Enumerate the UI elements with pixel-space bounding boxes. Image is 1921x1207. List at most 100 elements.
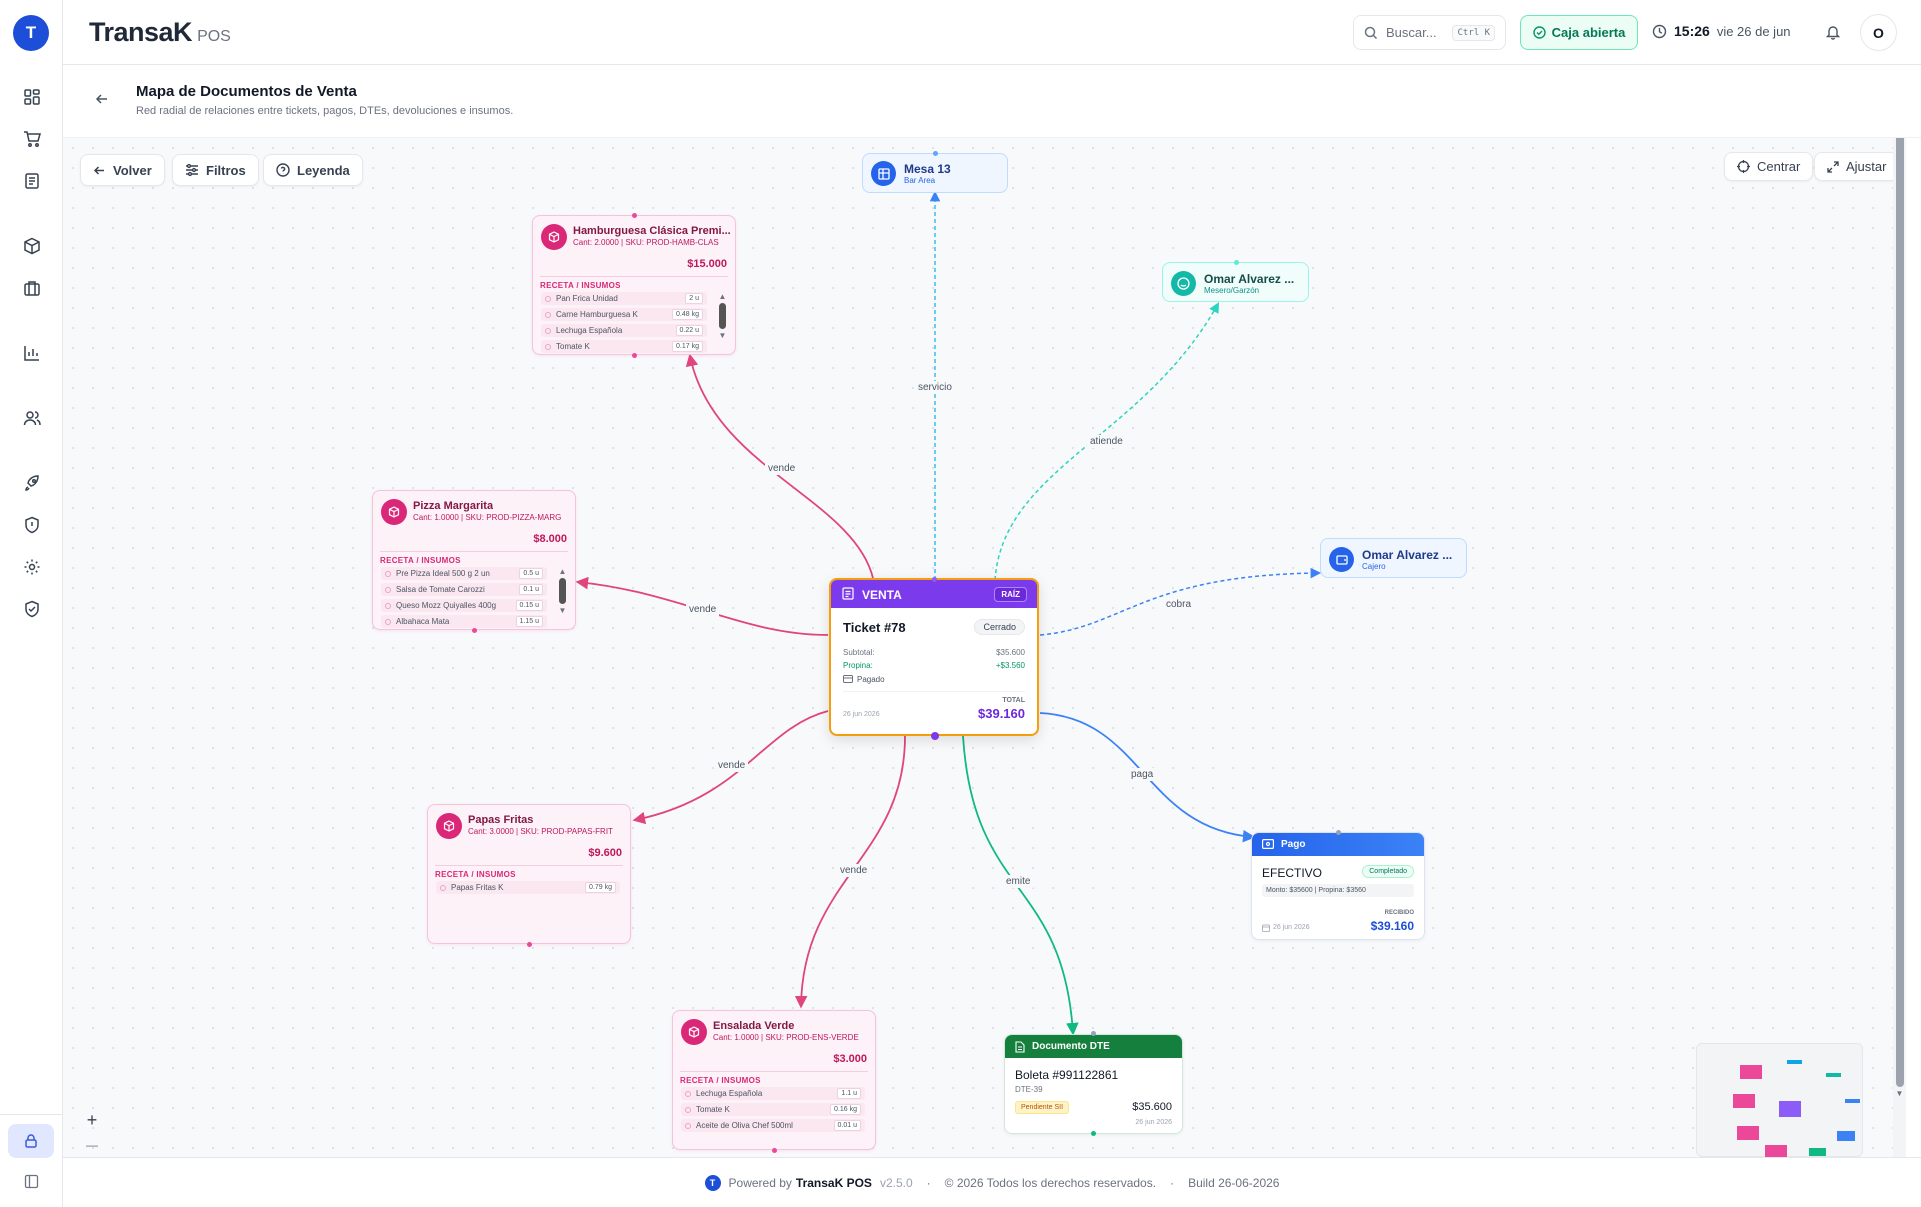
footer-powered: Powered by: [728, 1175, 792, 1190]
search-input[interactable]: Buscar...: [1386, 25, 1444, 40]
waiter-node[interactable]: Omar Alvarez ... Mesero/Garzón: [1162, 260, 1309, 302]
payment-header: [1252, 833, 1424, 856]
scroll-down-icon[interactable]: ▼: [1893, 1089, 1906, 1098]
sidebar-item-inventory[interactable]: [17, 273, 47, 303]
mesa-area: Bar Area: [904, 176, 936, 185]
canvas-scrollbar[interactable]: ▲ ▼: [1893, 138, 1906, 1157]
payment-date: 26 jun 2026: [1273, 924, 1310, 931]
cashier-node[interactable]: Omar Alvarez ... Cajero: [1320, 538, 1467, 578]
ticket-status-badge: Cerrado: [974, 619, 1025, 635]
fit-button[interactable]: Ajustar: [1814, 152, 1900, 181]
ingredient-row: Tomate K 0.17 kg: [541, 340, 707, 353]
ticket-date: 26 jun 2026: [843, 711, 880, 718]
brand[interactable]: TransaK POS: [89, 17, 231, 48]
page-title: Mapa de Documentos de Venta: [136, 83, 357, 100]
back-button[interactable]: Volver: [80, 154, 165, 186]
venta-root-node[interactable]: VENTA RAÍZ Ticket #78 Cerrado Subtotal: …: [829, 578, 1039, 736]
ingredient-name: Lechuga Española: [696, 1089, 763, 1098]
minimap[interactable]: [1696, 1043, 1863, 1157]
sidebar-item-launch[interactable]: [17, 468, 47, 498]
edge-label-vende-pizza: vende: [686, 603, 720, 616]
sidebar-item-security[interactable]: [17, 510, 47, 540]
zoom-out-button[interactable]: —: [79, 1133, 105, 1157]
notifications-button[interactable]: [1823, 22, 1843, 42]
scroll-up-icon[interactable]: ▲: [718, 292, 727, 301]
footer-separator: ·: [1170, 1175, 1175, 1190]
ingredient-row: Lechuga Española 0.22 u: [541, 324, 707, 337]
ingredients-scrollbar[interactable]: ▲ ▼: [718, 292, 727, 340]
cash-status-label: Caja abierta: [1551, 25, 1626, 40]
waiter-handle: [1234, 260, 1239, 265]
payment-node[interactable]: Pago EFECTIVO Completado Monto: $35600 |…: [1251, 832, 1425, 940]
root-handle-bottom: [931, 732, 939, 740]
users-icon: [23, 411, 41, 426]
product-meta: Cant: 2.0000 | SKU: PROD-HAMB-CLAS: [573, 238, 719, 247]
product-price: $8.000: [533, 533, 567, 545]
dte-header-label: Documento DTE: [1032, 1041, 1110, 1052]
product-node-hamburguesa[interactable]: Hamburguesa Clásica Premi... Cant: 2.000…: [532, 213, 736, 358]
user-avatar[interactable]: O: [1860, 14, 1897, 51]
ingredient-row: Carne Hamburguesa K 0.48 kg: [541, 308, 707, 321]
check-circle-icon: [1532, 26, 1546, 39]
ingredient-row: Lechuga Española 1.1 u: [681, 1087, 865, 1100]
collapse-sidebar-button[interactable]: [22, 1172, 40, 1190]
root-divider: [843, 691, 1025, 692]
legend-button[interactable]: Leyenda: [263, 154, 363, 186]
scroll-down-icon[interactable]: ▼: [718, 331, 727, 340]
avatar-initial: O: [1873, 24, 1884, 41]
root-badge: RAÍZ: [994, 587, 1027, 602]
dte-node[interactable]: Documento DTE Boleta #991122861 DTE-39 P…: [1004, 1034, 1183, 1134]
sidebar-item-dashboard[interactable]: [17, 82, 47, 112]
zoom-in-button[interactable]: +: [79, 1108, 105, 1133]
sidebar-item-cart[interactable]: [17, 124, 47, 154]
product-meta: Cant: 3.0000 | SKU: PROD-PAPAS-FRIT: [468, 827, 613, 836]
payment-header-label: Pago: [1281, 839, 1306, 850]
ingredient-bullet: [545, 327, 551, 334]
footer-brand[interactable]: TransaK POS: [796, 1176, 872, 1190]
ingredient-qty: 0.16 kg: [830, 1104, 861, 1115]
ingredient-name: Pre Pizza Ideal 500 g 2 un: [396, 569, 490, 578]
document-map-canvas[interactable]: servicio atiende cobra vende vende vende…: [63, 138, 1906, 1157]
paid-status: Pagado: [857, 675, 885, 684]
scroll-up-icon[interactable]: ▲: [558, 567, 567, 576]
footer: T Powered by TransaK POS v2.5.0 · © 2026…: [63, 1157, 1921, 1207]
scroll-down-icon[interactable]: ▼: [558, 606, 567, 615]
product-node-pizza[interactable]: Pizza Margarita Cant: 1.0000 | SKU: PROD…: [372, 490, 576, 633]
sidebar-item-reports[interactable]: [17, 338, 47, 368]
app-logo[interactable]: T: [13, 15, 49, 51]
lock-button[interactable]: [8, 1124, 54, 1158]
ingredients-scrollbar[interactable]: ▲ ▼: [558, 567, 567, 615]
ingredient-row: Pre Pizza Ideal 500 g 2 un 0.5 u: [381, 567, 547, 580]
sidebar-item-compliance[interactable]: [17, 594, 47, 624]
product-node-papas[interactable]: Papas Fritas Cant: 3.0000 | SKU: PROD-PA…: [427, 804, 631, 947]
scroll-thumb[interactable]: [1895, 138, 1904, 1087]
ingredient-name: Albahaca Mata: [396, 617, 450, 626]
sidebar-item-products[interactable]: [17, 231, 47, 261]
scroll-thumb[interactable]: [719, 303, 726, 329]
ingredient-qty: 0.5 u: [519, 568, 543, 579]
mesa-node[interactable]: Mesa 13 Bar Area: [862, 151, 1008, 193]
ingredient-qty: 1.1 u: [837, 1088, 861, 1099]
scroll-thumb[interactable]: [559, 578, 566, 604]
sidebar-item-documents[interactable]: [17, 166, 47, 196]
search-box[interactable]: Buscar... Ctrl K: [1353, 15, 1506, 50]
ingredient-bullet: [545, 311, 551, 318]
ingredient-bullet: [385, 618, 391, 625]
product-name: Hamburguesa Clásica Premi...: [573, 225, 731, 237]
dashboard-icon: [24, 89, 40, 105]
ingredient-bullet: [685, 1090, 691, 1097]
sidebar-item-settings[interactable]: [17, 552, 47, 582]
current-time: 15:26: [1674, 23, 1710, 39]
back-arrow-button[interactable]: [93, 90, 111, 108]
product-node-ensalada[interactable]: Ensalada Verde Cant: 1.0000 | SKU: PROD-…: [672, 1010, 876, 1153]
lock-icon: [25, 1134, 37, 1148]
bell-icon: [1825, 26, 1841, 40]
gear-icon: [24, 559, 40, 575]
filters-button[interactable]: Filtros: [172, 154, 259, 186]
cash-register-status-button[interactable]: Caja abierta: [1520, 15, 1638, 50]
sidebar-item-users[interactable]: [17, 403, 47, 433]
center-button[interactable]: Centrar: [1724, 152, 1814, 181]
help-circle-icon: [276, 163, 290, 177]
node-handle: [632, 353, 637, 358]
box-icon: [24, 237, 40, 255]
